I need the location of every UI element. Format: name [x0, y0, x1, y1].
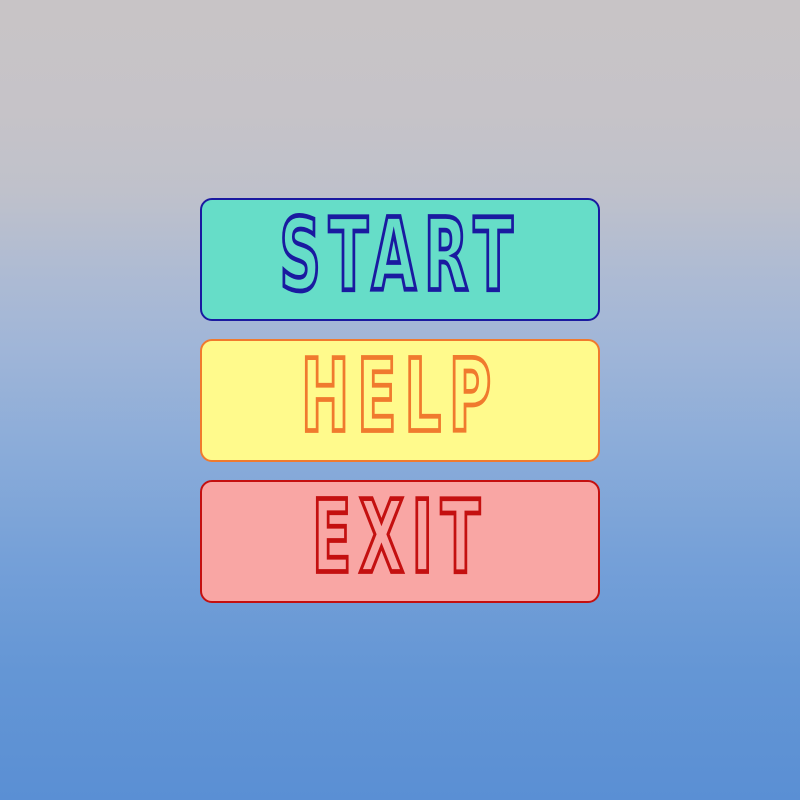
help-button-label: HELP [301, 338, 499, 454]
start-button[interactable]: START [200, 195, 600, 321]
main-menu: START HELP EXIT [200, 195, 600, 603]
help-button-label-graphic: HELP [299, 336, 493, 456]
exit-button-label: EXIT [312, 479, 488, 595]
start-button-label-graphic: START [278, 195, 515, 315]
help-button[interactable]: HELP [200, 336, 600, 462]
start-button-label: START [279, 197, 520, 313]
exit-button[interactable]: EXIT [200, 477, 600, 603]
exit-button-label-graphic: EXIT [310, 477, 482, 597]
